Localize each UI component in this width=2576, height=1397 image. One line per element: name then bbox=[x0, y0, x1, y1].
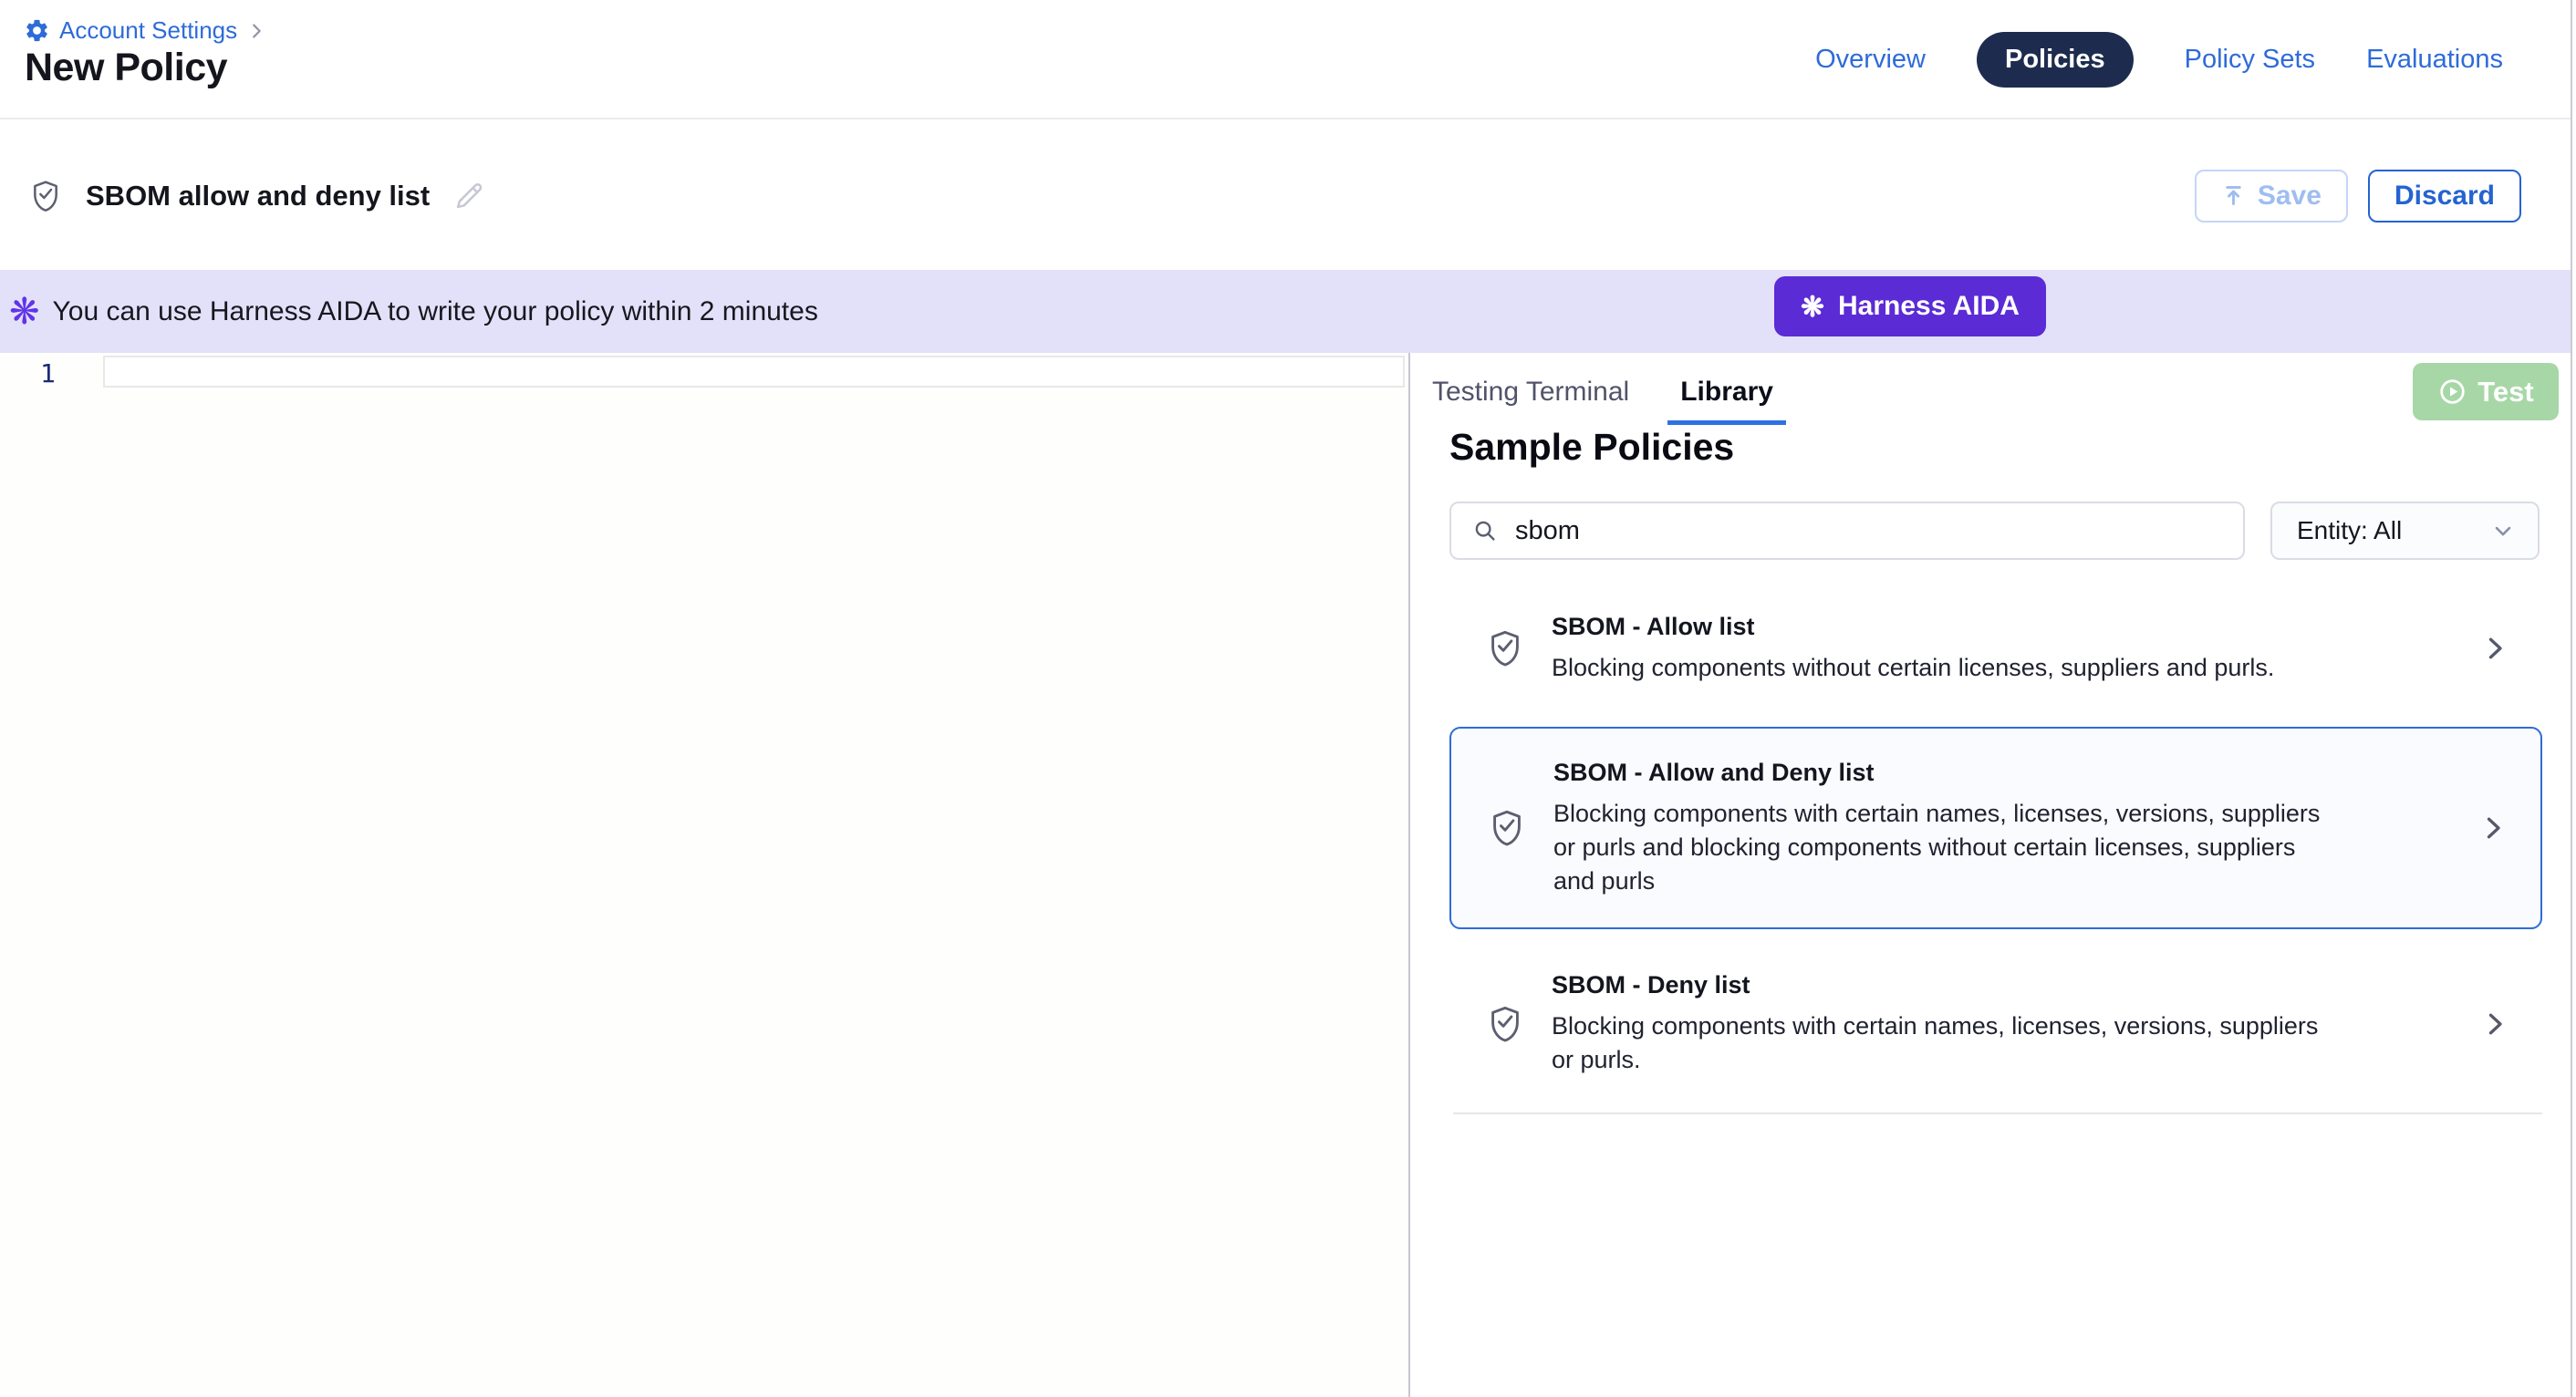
harness-aida-button[interactable]: ❋ Harness AIDA bbox=[1774, 276, 2046, 336]
account-settings-gear-icon bbox=[24, 17, 50, 44]
policy-card-body: SBOM - Allow and Deny list Blocking comp… bbox=[1553, 759, 2451, 898]
policy-card-description: Blocking components without certain lice… bbox=[1552, 651, 2332, 685]
page-title: New Policy bbox=[25, 46, 227, 90]
chevron-right-icon bbox=[2478, 632, 2511, 665]
policy-toolbar: SBOM allow and deny list Save Discard bbox=[0, 121, 2571, 270]
breadcrumb: Account Settings bbox=[24, 16, 266, 45]
policy-card-body: SBOM - Allow list Blocking components wi… bbox=[1552, 613, 2453, 685]
policy-card-title: SBOM - Allow and Deny list bbox=[1553, 759, 2451, 787]
aida-button-label: Harness AIDA bbox=[1838, 291, 2020, 322]
edit-pencil-icon[interactable] bbox=[452, 179, 486, 213]
tab-testing-terminal[interactable]: Testing Terminal bbox=[1428, 377, 1633, 420]
policy-search-box bbox=[1449, 502, 2245, 560]
shield-check-icon bbox=[1484, 1001, 1526, 1047]
toolbar-actions: Save Discard bbox=[2195, 170, 2521, 222]
policy-card-sbom-allow-and-deny-list[interactable]: SBOM - Allow and Deny list Blocking comp… bbox=[1449, 727, 2542, 929]
nav-tab-policies-active[interactable]: Policies bbox=[1977, 32, 2134, 88]
sample-policies-heading: Sample Policies bbox=[1449, 426, 1734, 469]
chevron-right-icon bbox=[2477, 812, 2509, 844]
policy-code-editor[interactable]: 1 bbox=[0, 353, 1410, 1397]
policy-card-title: SBOM - Allow list bbox=[1552, 613, 2453, 641]
policy-card-sbom-deny-list[interactable]: SBOM - Deny list Blocking components wit… bbox=[1449, 960, 2542, 1088]
editor-line-number: 1 bbox=[40, 358, 56, 388]
chevron-down-icon bbox=[2490, 518, 2516, 543]
entity-filter-value: Entity: All bbox=[2297, 516, 2402, 545]
editor-current-line[interactable] bbox=[103, 356, 1405, 388]
nav-tab-overview[interactable]: Overview bbox=[1815, 45, 1926, 75]
policy-name-group: SBOM allow and deny list bbox=[27, 177, 486, 215]
breadcrumb-chevron-icon bbox=[246, 21, 266, 41]
shield-check-icon bbox=[1484, 626, 1526, 671]
policy-card-title: SBOM - Deny list bbox=[1552, 971, 2453, 999]
upload-icon bbox=[2221, 183, 2246, 208]
top-nav: Overview Policies Policy Sets Evaluation… bbox=[1815, 0, 2503, 119]
entity-filter-dropdown[interactable]: Entity: All bbox=[2270, 502, 2540, 560]
breadcrumb-link-account-settings[interactable]: Account Settings bbox=[59, 16, 237, 45]
policy-card-sbom-allow-list[interactable]: SBOM - Allow list Blocking components wi… bbox=[1449, 597, 2542, 699]
play-circle-icon bbox=[2437, 377, 2467, 407]
shield-check-icon bbox=[1486, 805, 1528, 851]
save-button-label: Save bbox=[2258, 181, 2322, 212]
tab-library[interactable]: Library bbox=[1667, 377, 1786, 425]
panel-tabs: Testing Terminal Library bbox=[1428, 377, 1786, 425]
test-button-label: Test bbox=[2477, 376, 2533, 409]
policy-search-input[interactable] bbox=[1515, 516, 2190, 546]
policy-card-description: Blocking components with certain names, … bbox=[1553, 797, 2334, 898]
nav-tab-evaluations[interactable]: Evaluations bbox=[2366, 45, 2503, 75]
right-edge-divider bbox=[2571, 0, 2572, 1397]
page-header: Account Settings New Policy Overview Pol… bbox=[0, 0, 2571, 119]
library-panel: Testing Terminal Library Test Sample Pol… bbox=[1412, 353, 2571, 1397]
policy-card-body: SBOM - Deny list Blocking components wit… bbox=[1552, 971, 2453, 1077]
search-icon bbox=[1471, 517, 1499, 544]
policy-name: SBOM allow and deny list bbox=[86, 180, 430, 212]
nav-tab-policy-sets[interactable]: Policy Sets bbox=[2185, 45, 2315, 75]
aida-banner: ❋ You can use Harness AIDA to write your… bbox=[0, 270, 2571, 353]
discard-button[interactable]: Discard bbox=[2368, 170, 2521, 222]
aida-banner-message: You can use Harness AIDA to write your p… bbox=[53, 296, 818, 327]
shield-check-icon bbox=[27, 177, 64, 215]
discard-button-label: Discard bbox=[2394, 181, 2495, 212]
cards-divider bbox=[1453, 1112, 2542, 1114]
aida-button-sparkle-icon: ❋ bbox=[1801, 293, 1824, 321]
chevron-right-icon bbox=[2478, 1008, 2511, 1040]
test-button[interactable]: Test bbox=[2413, 363, 2559, 420]
save-button[interactable]: Save bbox=[2195, 170, 2348, 222]
aida-sparkle-icon: ❋ bbox=[9, 294, 40, 330]
policy-card-description: Blocking components with certain names, … bbox=[1552, 1009, 2332, 1077]
